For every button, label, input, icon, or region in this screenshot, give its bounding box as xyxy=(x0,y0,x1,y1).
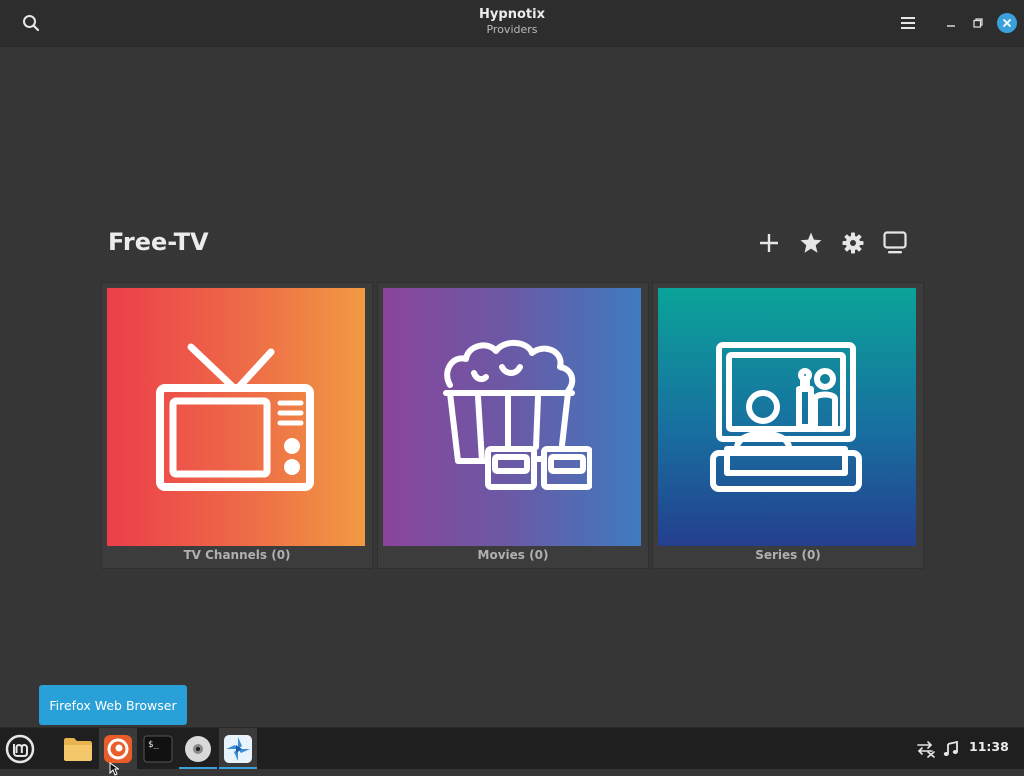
taskbar-firefox[interactable] xyxy=(99,728,137,776)
window-title: Hypnotix xyxy=(479,7,545,22)
person-watching-tv-icon xyxy=(710,342,862,492)
gear-icon xyxy=(842,232,864,254)
terminal-icon: $_ xyxy=(143,735,173,762)
running-indicator xyxy=(219,767,257,769)
firefox-icon xyxy=(104,734,132,763)
monitor-icon xyxy=(883,231,907,254)
category-label: Movies (0) xyxy=(477,548,549,562)
tv-channels-artwork xyxy=(107,288,365,546)
linux-mint-menu-icon xyxy=(5,734,35,763)
category-series[interactable]: Series (0) xyxy=(652,282,924,569)
minimize-icon xyxy=(947,25,955,27)
taskbar-files[interactable] xyxy=(59,728,97,769)
hamburger-menu-icon xyxy=(901,17,915,29)
close-icon xyxy=(997,13,1017,33)
preferences-button[interactable] xyxy=(839,229,867,257)
category-movies[interactable]: Movies (0) xyxy=(377,282,649,569)
category-label: Series (0) xyxy=(755,548,821,562)
star-icon xyxy=(800,232,822,253)
folder-icon xyxy=(64,737,92,761)
header-bar: Hypnotix Providers xyxy=(0,0,1024,47)
main-menu-button[interactable] xyxy=(896,11,920,35)
sound-status[interactable] xyxy=(936,728,966,769)
category-tv-channels[interactable]: TV Channels (0) xyxy=(101,282,373,569)
series-artwork xyxy=(658,288,916,546)
running-indicator xyxy=(179,767,217,769)
minimize-button[interactable] xyxy=(941,13,961,33)
favorites-button[interactable] xyxy=(797,229,825,257)
window-title-block: Hypnotix Providers xyxy=(0,7,1024,36)
window-subtitle: Providers xyxy=(486,22,538,36)
tooltip: Firefox Web Browser xyxy=(39,685,187,725)
start-menu-button[interactable] xyxy=(1,728,39,769)
hypnotix-icon xyxy=(224,734,252,763)
plus-icon xyxy=(760,234,778,252)
close-button[interactable] xyxy=(996,12,1018,34)
network-offline-icon xyxy=(917,740,935,758)
category-label: TV Channels (0) xyxy=(183,548,291,562)
provider-title: Free-TV xyxy=(108,228,209,256)
music-note-icon xyxy=(943,740,958,756)
movies-artwork xyxy=(383,288,641,546)
popcorn-3d-glasses-icon xyxy=(443,340,592,490)
clock[interactable]: 11:38 xyxy=(969,739,1009,754)
restore-icon xyxy=(973,18,983,28)
taskbar-disc[interactable] xyxy=(179,728,217,769)
maximize-button[interactable] xyxy=(968,13,988,33)
taskbar: $_ xyxy=(0,727,1024,776)
add-provider-button[interactable] xyxy=(755,229,783,257)
svg-text:$_: $_ xyxy=(148,740,159,750)
taskbar-hypnotix[interactable] xyxy=(219,728,257,769)
mouse-cursor-icon xyxy=(109,762,119,776)
television-icon xyxy=(156,343,314,491)
disc-icon xyxy=(185,735,211,762)
fullscreen-button[interactable] xyxy=(881,229,909,257)
taskbar-terminal[interactable]: $_ xyxy=(139,728,177,769)
